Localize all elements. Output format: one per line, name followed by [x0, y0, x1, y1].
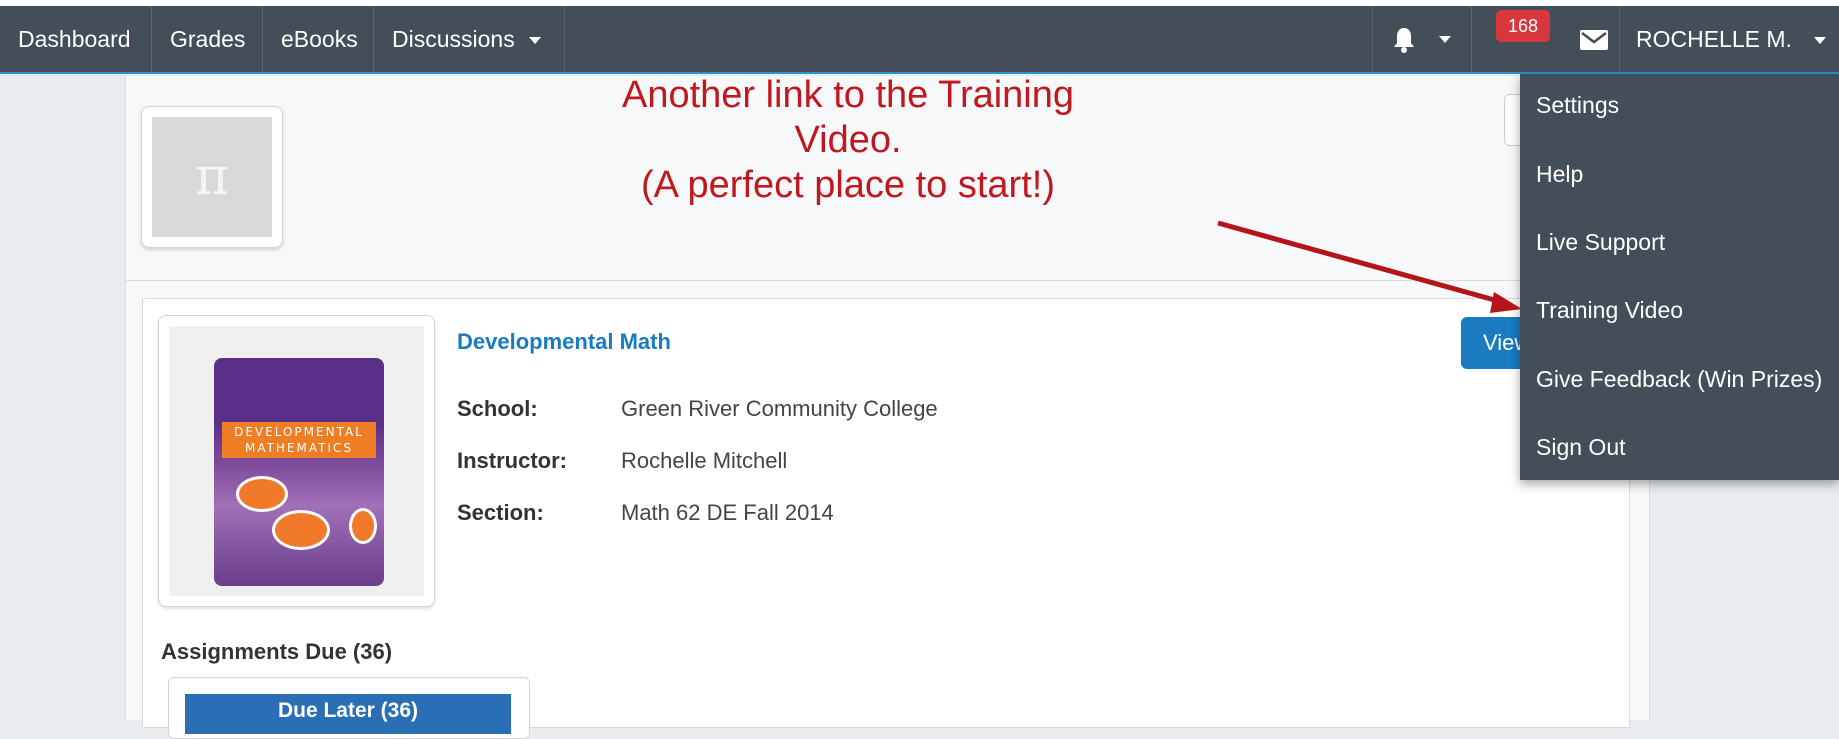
caret-down-icon [1439, 36, 1451, 43]
assignments-heading: Assignments Due (36) [161, 639, 393, 664]
instructor-value: Rochelle Mitchell [621, 448, 788, 473]
caret-down-icon [528, 37, 541, 45]
nav-ebooks[interactable]: eBooks [263, 6, 374, 72]
clownfish-decoration [349, 508, 377, 544]
assignments-due-box: Due Later (36) [168, 677, 530, 739]
school-label: School: [457, 396, 538, 421]
menu-item-settings[interactable]: Settings [1536, 92, 1619, 119]
messages-button[interactable] [1568, 6, 1620, 72]
book-cover-image: DEVELOPMENTAL MATHEMATICS [214, 358, 384, 586]
menu-item-training-video[interactable]: Training Video [1536, 297, 1683, 324]
nav-discussions-label: Discussions [392, 26, 515, 52]
top-navbar: Dashboard Grades eBooks Discussions 168 … [0, 6, 1839, 74]
annotation-line-2: (A perfect place to start!) [641, 164, 1055, 206]
user-name: ROCHELLE M. [1636, 26, 1792, 52]
clownfish-decoration [236, 476, 288, 512]
annotation-line-1: Another link to the Training Video. [621, 74, 1075, 161]
mail-icon [1580, 30, 1608, 50]
menu-item-help[interactable]: Help [1536, 161, 1583, 188]
user-menu-toggle[interactable]: ROCHELLE M. [1620, 6, 1839, 72]
section-label: Section: [457, 500, 544, 525]
book-thumbnail[interactable]: DEVELOPMENTAL MATHEMATICS [158, 315, 435, 607]
pi-icon: π [152, 117, 272, 237]
user-dropdown-menu: Settings Help Live Support Training Vide… [1520, 74, 1839, 480]
due-later-button[interactable]: Due Later (36) [185, 694, 511, 734]
notifications-button[interactable] [1372, 6, 1472, 72]
course-title-link[interactable]: Developmental Math [457, 329, 671, 355]
nav-grades[interactable]: Grades [152, 6, 263, 72]
menu-item-give-feedback[interactable]: Give Feedback (Win Prizes) [1536, 366, 1822, 393]
course-icon-card: π [141, 106, 283, 248]
training-video-annotation: Another link to the Training Video. (A p… [598, 73, 1098, 208]
course-card: DEVELOPMENTAL MATHEMATICS Developmental … [142, 298, 1630, 739]
book-cover-title: DEVELOPMENTAL MATHEMATICS [222, 422, 376, 458]
section-value: Math 62 DE Fall 2014 [621, 500, 834, 525]
caret-down-icon [1813, 37, 1826, 45]
menu-item-live-support[interactable]: Live Support [1536, 229, 1665, 256]
notification-count-badge[interactable]: 168 [1496, 10, 1550, 42]
clownfish-decoration [272, 510, 330, 550]
book-thumbnail-bg: DEVELOPMENTAL MATHEMATICS [169, 326, 424, 596]
nav-dashboard[interactable]: Dashboard [0, 6, 152, 72]
instructor-label: Instructor: [457, 448, 567, 473]
nav-discussions[interactable]: Discussions [374, 6, 565, 72]
school-value: Green River Community College [621, 396, 938, 421]
bell-icon [1394, 28, 1414, 53]
menu-item-sign-out[interactable]: Sign Out [1536, 434, 1626, 461]
